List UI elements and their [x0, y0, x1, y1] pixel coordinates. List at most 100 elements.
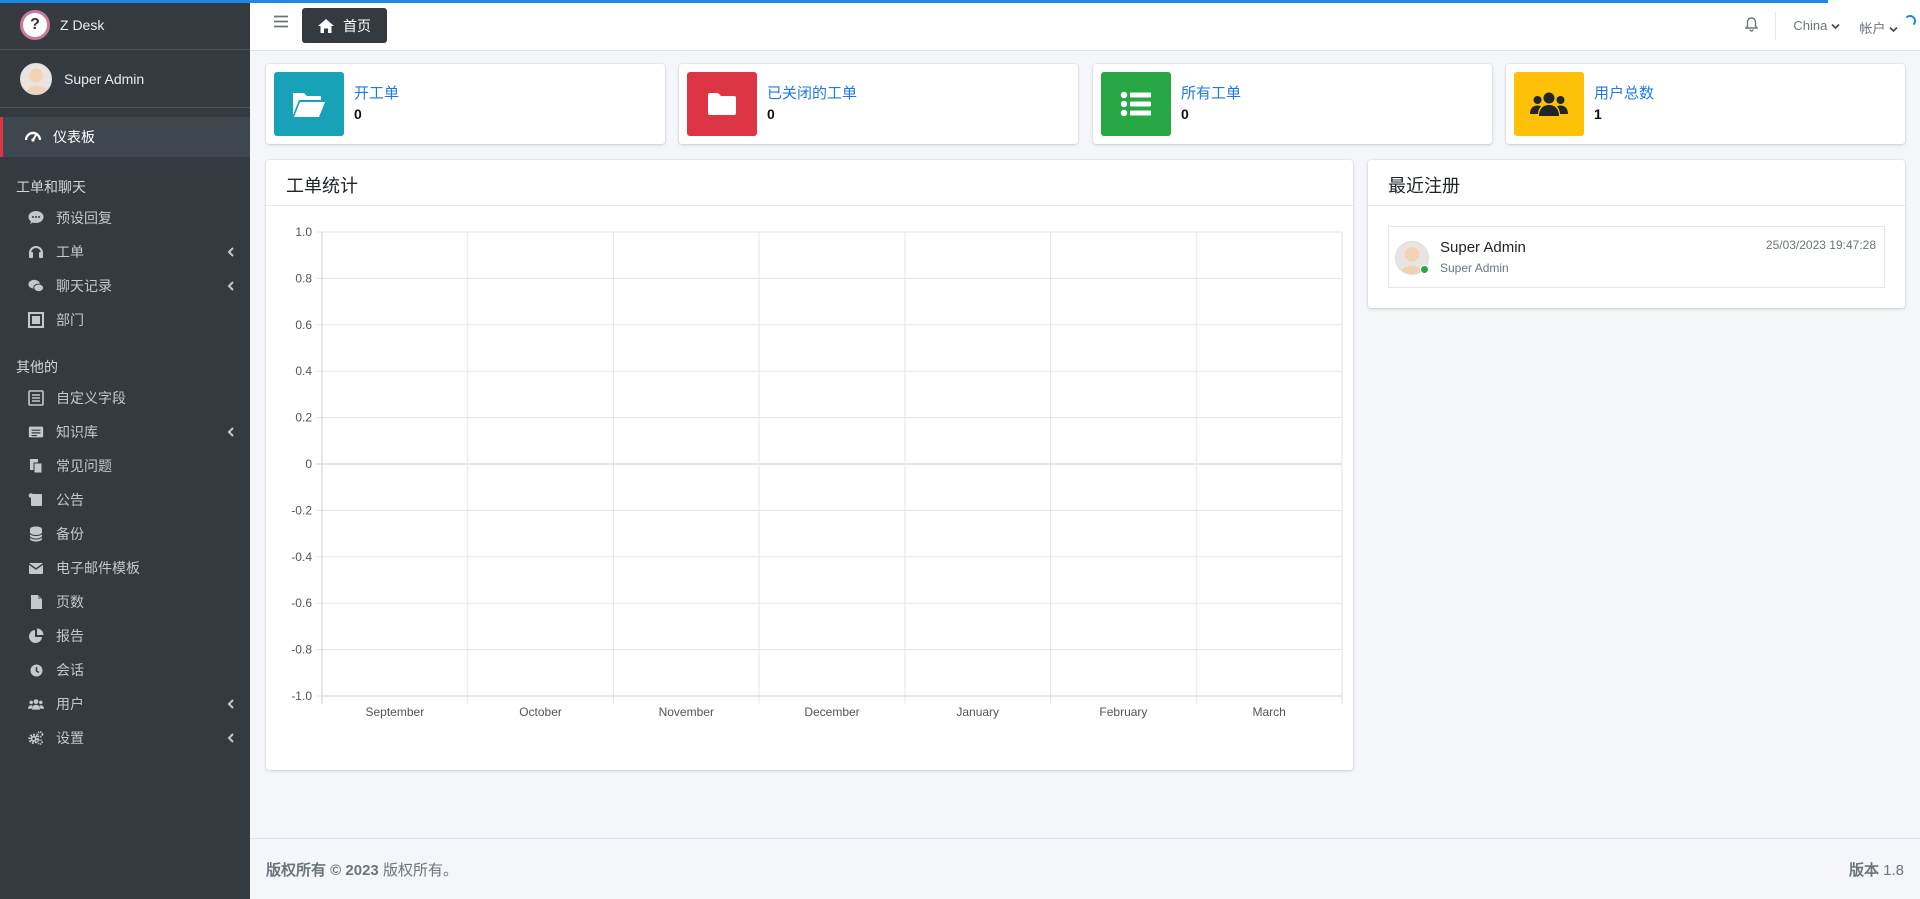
menu-toggle-icon[interactable] — [274, 15, 288, 33]
stat-icon-box — [274, 72, 344, 136]
y-tick-label: -0.2 — [291, 503, 312, 517]
history-icon — [28, 662, 44, 678]
sidebar-item-backup[interactable]: 备份 — [0, 517, 250, 551]
sidebar-item-label: 仪表板 — [53, 129, 95, 145]
sidebar-item-sessions[interactable]: 会话 — [0, 653, 250, 687]
loading-spinner-icon — [1904, 15, 1916, 27]
sidebar-item-label: 部门 — [56, 312, 84, 328]
footer-copyright: 版权所有 © 2023 版权所有。 — [266, 859, 458, 880]
user-panel[interactable]: Super Admin — [0, 50, 250, 108]
sidebar-item-reports[interactable]: 报告 — [0, 619, 250, 653]
comment-dots-icon — [28, 210, 44, 226]
version-label: 版本 — [1848, 862, 1879, 879]
sidebar-item-departments[interactable]: 部门 — [0, 303, 250, 337]
navbar-divider — [1775, 12, 1776, 40]
user-name[interactable]: Super Admin — [64, 71, 144, 87]
file-icon — [28, 594, 44, 610]
sidebar-item-label: 备份 — [56, 526, 84, 542]
copyright-text: 版权所有。 — [382, 862, 458, 879]
list-item[interactable]: Super Admin Super Admin 25/03/2023 19:47… — [1388, 226, 1885, 288]
x-tick-label: October — [519, 705, 562, 719]
sidebar-item-email-templates[interactable]: 电子邮件模板 — [0, 551, 250, 585]
sidebar-item-label: 自定义字段 — [56, 390, 126, 406]
database-icon — [28, 526, 44, 542]
ticket-stats-chart: 1.0 0.8 0.6 0.4 0.2 0 -0.2 -0.4 -0.6 -0.8 -1.0 Sept… — [291, 225, 1343, 719]
footer-version: 版本 1.8 — [1849, 859, 1904, 880]
sidebar-item-settings[interactable]: 设置 — [0, 721, 250, 755]
users-icon — [28, 696, 44, 712]
sidebar-item-custom-fields[interactable]: 自定义字段 — [0, 381, 250, 415]
brand[interactable]: ? Z Desk — [0, 0, 250, 50]
sidebar-item-label: 预设回复 — [56, 210, 112, 226]
sidebar-item-tickets[interactable]: 工单 — [0, 235, 250, 269]
y-tick-label: 1.0 — [295, 225, 312, 239]
ticket-stats-card: 工单统计 1.0 0.8 0.6 0.4 0.2 0 -0.2 -0.4 -0.6 -0.8 -1.… — [266, 160, 1353, 770]
y-tick-label: -1.0 — [291, 689, 312, 703]
ticket-stats-title: 工单统计 — [266, 160, 1353, 206]
sidebar-item-announcements[interactable]: 公告 — [0, 483, 250, 517]
recent-registrations-card: 最近注册 Super Admin Super Admin 25/03/2023 … — [1368, 160, 1905, 308]
chevron-left-icon — [227, 696, 234, 712]
registered-date: 25/03/2023 19:47:28 — [1765, 238, 1876, 252]
headset-icon — [28, 244, 44, 260]
y-tick-label: -0.6 — [291, 596, 312, 610]
brand-logo-icon: ? — [20, 9, 50, 40]
brand-name: Z Desk — [60, 16, 105, 33]
folder-open-icon — [293, 93, 325, 117]
object-group-icon — [28, 312, 44, 328]
registered-user-name[interactable]: Super Admin — [1440, 239, 1526, 256]
chevron-left-icon — [227, 278, 234, 294]
stat-closed-tickets[interactable]: 已关闭的工单 0 — [679, 64, 1078, 144]
stat-all-tickets[interactable]: 所有工单 0 — [1093, 64, 1492, 144]
stat-label[interactable]: 开工单 — [354, 82, 399, 103]
sidebar-item-pages[interactable]: 页数 — [0, 585, 250, 619]
y-tick-label: 0.2 — [295, 411, 312, 425]
chevron-left-icon — [227, 424, 234, 440]
page-loading-bar — [0, 0, 1828, 3]
y-tick-label: 0.4 — [295, 364, 312, 378]
sidebar-item-label: 设置 — [56, 730, 84, 746]
stat-label[interactable]: 用户总数 — [1594, 82, 1654, 103]
sidebar: ? Z Desk Super Admin 仪表板 工单和聊天 预设回复 工单 聊… — [0, 0, 250, 899]
x-tick-label: November — [659, 705, 714, 719]
newspaper-icon — [28, 424, 44, 440]
avatar — [1395, 241, 1429, 275]
language-dropdown[interactable]: China — [1793, 18, 1840, 33]
stat-value: 0 — [767, 106, 775, 122]
sidebar-item-label: 聊天记录 — [56, 278, 112, 294]
list-alt-icon — [28, 390, 44, 406]
scroll-icon — [28, 492, 44, 508]
chevron-down-icon — [1831, 23, 1840, 30]
stat-icon-box — [1101, 72, 1171, 136]
account-dropdown[interactable]: 帐户 — [1859, 18, 1898, 37]
x-tick-label: March — [1252, 705, 1285, 719]
chart-pie-icon — [28, 628, 44, 644]
stat-label[interactable]: 所有工单 — [1181, 82, 1241, 103]
folder-icon — [708, 93, 736, 115]
copyright-bold: 版权所有 © 2023 — [266, 862, 379, 879]
x-tick-label: December — [804, 705, 859, 719]
online-status-dot — [1420, 265, 1429, 274]
stat-icon-box — [687, 72, 757, 136]
footer: 版权所有 © 2023 版权所有。 版本 1.8 — [250, 838, 1920, 899]
y-tick-label: -0.8 — [291, 643, 312, 657]
sidebar-item-label: 报告 — [56, 628, 84, 644]
list-icon — [1120, 91, 1151, 117]
mail-bulk-icon — [28, 560, 44, 576]
sidebar-item-dashboard[interactable]: 仪表板 — [0, 117, 250, 157]
version-number: 1.8 — [1883, 862, 1904, 879]
x-tick-label: September — [366, 705, 425, 719]
sidebar-item-faq[interactable]: 常见问题 — [0, 449, 250, 483]
sidebar-item-canned-replies[interactable]: 预设回复 — [0, 201, 250, 235]
sidebar-item-knowledge-base[interactable]: 知识库 — [0, 415, 250, 449]
home-button[interactable]: 首页 — [302, 8, 387, 43]
home-label: 首页 — [343, 17, 371, 34]
notifications-bell-icon[interactable] — [1744, 17, 1759, 37]
sidebar-item-users[interactable]: 用户 — [0, 687, 250, 721]
chevron-left-icon — [227, 244, 234, 260]
stat-label[interactable]: 已关闭的工单 — [767, 82, 857, 103]
stat-open-tickets[interactable]: 开工单 0 — [266, 64, 665, 144]
sidebar-item-chat-history[interactable]: 聊天记录 — [0, 269, 250, 303]
stat-total-users[interactable]: 用户总数 1 — [1506, 64, 1905, 144]
sidebar-item-label: 页数 — [56, 594, 84, 610]
